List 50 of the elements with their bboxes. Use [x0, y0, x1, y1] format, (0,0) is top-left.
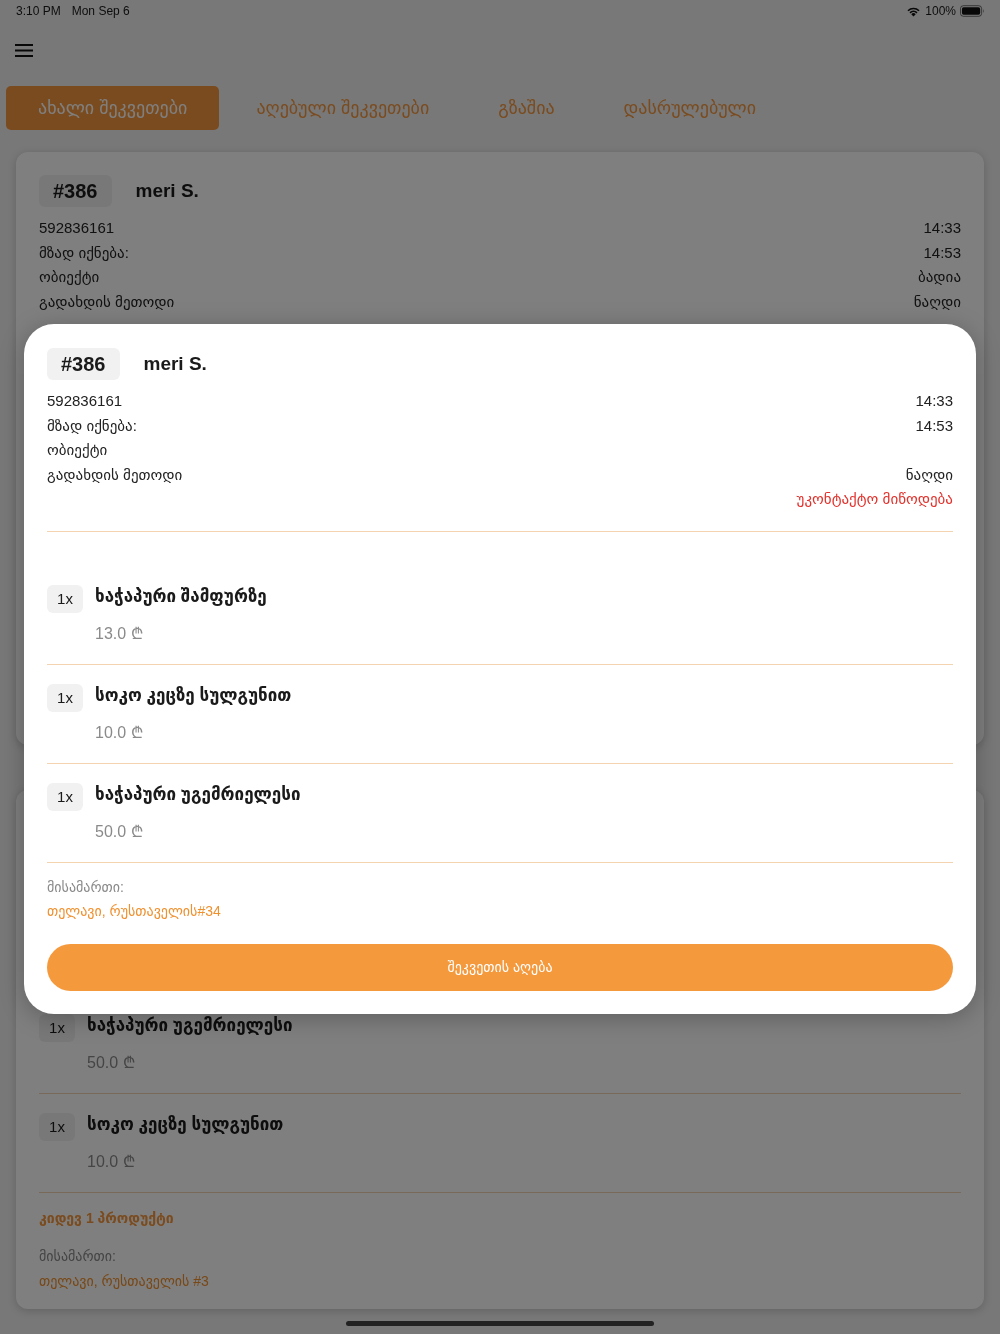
detail-label: გადახდის მეთოდი — [39, 291, 175, 312]
tab[interactable]: აღებული შეკვეთები — [224, 86, 462, 130]
product-price: 10.0 ₾ — [95, 722, 143, 743]
detail-value: 14:53 — [923, 242, 961, 263]
quantity-badge: 1x — [39, 1113, 75, 1141]
customer-name: meri S. — [143, 353, 207, 375]
quantity-badge: 1x — [39, 1014, 75, 1042]
status-time: 3:10 PM — [16, 3, 61, 19]
order-number: #386 — [39, 175, 112, 207]
detail-label: გადახდის მეთოდი — [47, 464, 183, 485]
tab[interactable]: გზაშია — [466, 86, 587, 130]
product-price: 13.0 ₾ — [95, 623, 143, 644]
product-name: სოკო კეცზე სულგუნით — [95, 684, 292, 707]
detail-label: 592836161 — [39, 218, 115, 238]
menu-icon — [15, 43, 33, 57]
address-text: თელავი, რუსთაველის #3 — [39, 1272, 209, 1291]
detail-label: ობიექტი — [47, 440, 108, 460]
product-price: 10.0 ₾ — [87, 1152, 135, 1172]
detail-label: 592836161 — [47, 391, 123, 411]
wifi-icon — [906, 5, 922, 17]
address-label: მისამართი: — [47, 877, 124, 897]
status-date: Mon Sep 6 — [71, 3, 130, 19]
product-price: 50.0 ₾ — [95, 821, 143, 842]
quantity-badge: 1x — [47, 782, 83, 811]
delivery-note: უკონტაქტო მიწოდება — [796, 489, 953, 509]
detail-value: 14:33 — [923, 218, 961, 238]
detail-label: მზად იქნება: — [39, 242, 129, 263]
detail-value: ნაღდი — [913, 291, 961, 312]
tab[interactable]: დასრულებული — [591, 86, 789, 130]
tab[interactable]: ახალი შეკვეთები — [6, 86, 220, 130]
quantity-badge: 1x — [47, 683, 83, 712]
detail-value: ბადია — [917, 267, 961, 287]
address-label: მისამართი: — [39, 1247, 116, 1266]
product-name: სოკო კეცზე სულგუნით — [87, 1114, 284, 1136]
detail-label: მზად იქნება: — [47, 415, 137, 436]
order-number: #386 — [47, 348, 120, 380]
address-text: თელავი, რუსთაველის#34 — [47, 901, 221, 921]
product-name: ხაჭაპური შამფურზე — [95, 585, 267, 608]
accept-order-button[interactable]: შეკვეთის აღება — [47, 943, 953, 991]
product-name: ხაჭაპური უგემრიელესი — [87, 1015, 293, 1037]
detail-value: 14:53 — [915, 415, 953, 436]
customer-name: meri S. — [135, 180, 199, 202]
product-price: 50.0 ₾ — [87, 1053, 135, 1073]
detail-value: 14:33 — [915, 391, 953, 411]
quantity-badge: 1x — [47, 584, 83, 613]
battery-percent: 100% — [925, 3, 956, 19]
more-products-link[interactable]: კიდევ 1 პროდუქტი — [39, 1208, 174, 1228]
detail-label: ობიექტი — [39, 267, 100, 287]
detail-value: ნაღდი — [905, 464, 953, 485]
menu-button[interactable] — [15, 43, 33, 57]
